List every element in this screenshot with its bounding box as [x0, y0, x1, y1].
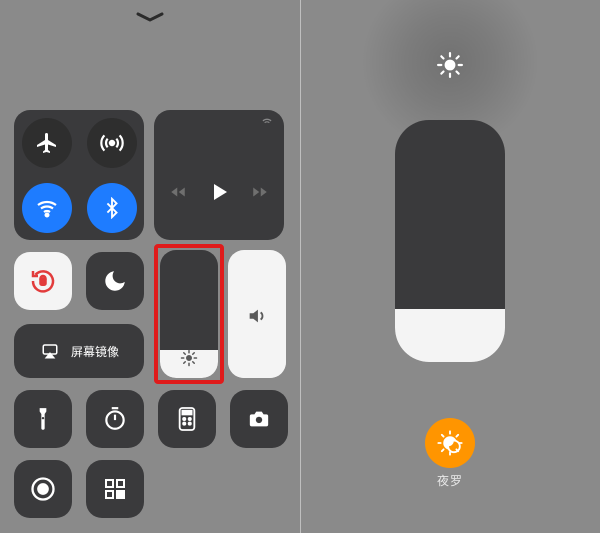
collapse-handle[interactable]	[136, 12, 164, 24]
cellular-data-toggle[interactable]	[87, 118, 137, 168]
airplay-icon	[260, 118, 274, 137]
forward-icon	[249, 183, 271, 201]
camera-icon	[246, 408, 272, 430]
forward-button[interactable]	[249, 183, 271, 206]
night-shift-icon	[436, 429, 464, 457]
flashlight-icon	[33, 406, 53, 432]
brightness-slider[interactable]	[160, 250, 218, 378]
bluetooth-toggle[interactable]	[87, 183, 137, 233]
volume-slider[interactable]	[228, 250, 286, 378]
cellular-icon	[99, 130, 125, 156]
timer-button[interactable]	[86, 390, 144, 448]
speaker-icon	[246, 305, 268, 332]
play-icon	[207, 180, 231, 204]
screen-record-icon	[29, 475, 57, 503]
brightness-slider-large[interactable]	[395, 120, 505, 362]
calculator-button[interactable]	[158, 390, 216, 448]
bluetooth-icon	[101, 197, 123, 219]
brightness-fill-large	[395, 309, 505, 362]
camera-button[interactable]	[230, 390, 288, 448]
screen-mirroring-button[interactable]: 屏幕镜像	[14, 324, 144, 378]
moon-icon	[102, 268, 128, 294]
night-shift-label: 夜罗	[437, 472, 463, 489]
qr-icon	[103, 477, 127, 501]
connectivity-group	[14, 110, 144, 240]
control-center-pane: 屏幕镜像	[0, 0, 300, 533]
play-button[interactable]	[207, 180, 231, 209]
rotation-lock-icon	[28, 266, 58, 296]
night-shift-button[interactable]	[425, 418, 475, 468]
airplane-icon	[35, 131, 59, 155]
media-controls-group	[154, 110, 284, 240]
screen-mirroring-label: 屏幕镜像	[71, 343, 119, 360]
pane-divider	[300, 0, 301, 533]
airplay-screen-icon	[39, 342, 61, 360]
wifi-icon	[35, 196, 59, 220]
airplane-mode-toggle[interactable]	[22, 118, 72, 168]
wifi-toggle[interactable]	[22, 183, 72, 233]
rewind-icon	[167, 183, 189, 201]
timer-icon	[102, 406, 128, 432]
rotation-lock-toggle[interactable]	[14, 252, 72, 310]
sun-icon	[180, 349, 198, 372]
flashlight-button[interactable]	[14, 390, 72, 448]
rewind-button[interactable]	[167, 183, 189, 206]
qr-scan-button[interactable]	[86, 460, 144, 518]
brightness-detail-pane: 夜罗	[300, 0, 600, 533]
sun-icon	[437, 52, 463, 83]
screen-record-button[interactable]	[14, 460, 72, 518]
do-not-disturb-toggle[interactable]	[86, 252, 144, 310]
calculator-icon	[176, 406, 198, 432]
